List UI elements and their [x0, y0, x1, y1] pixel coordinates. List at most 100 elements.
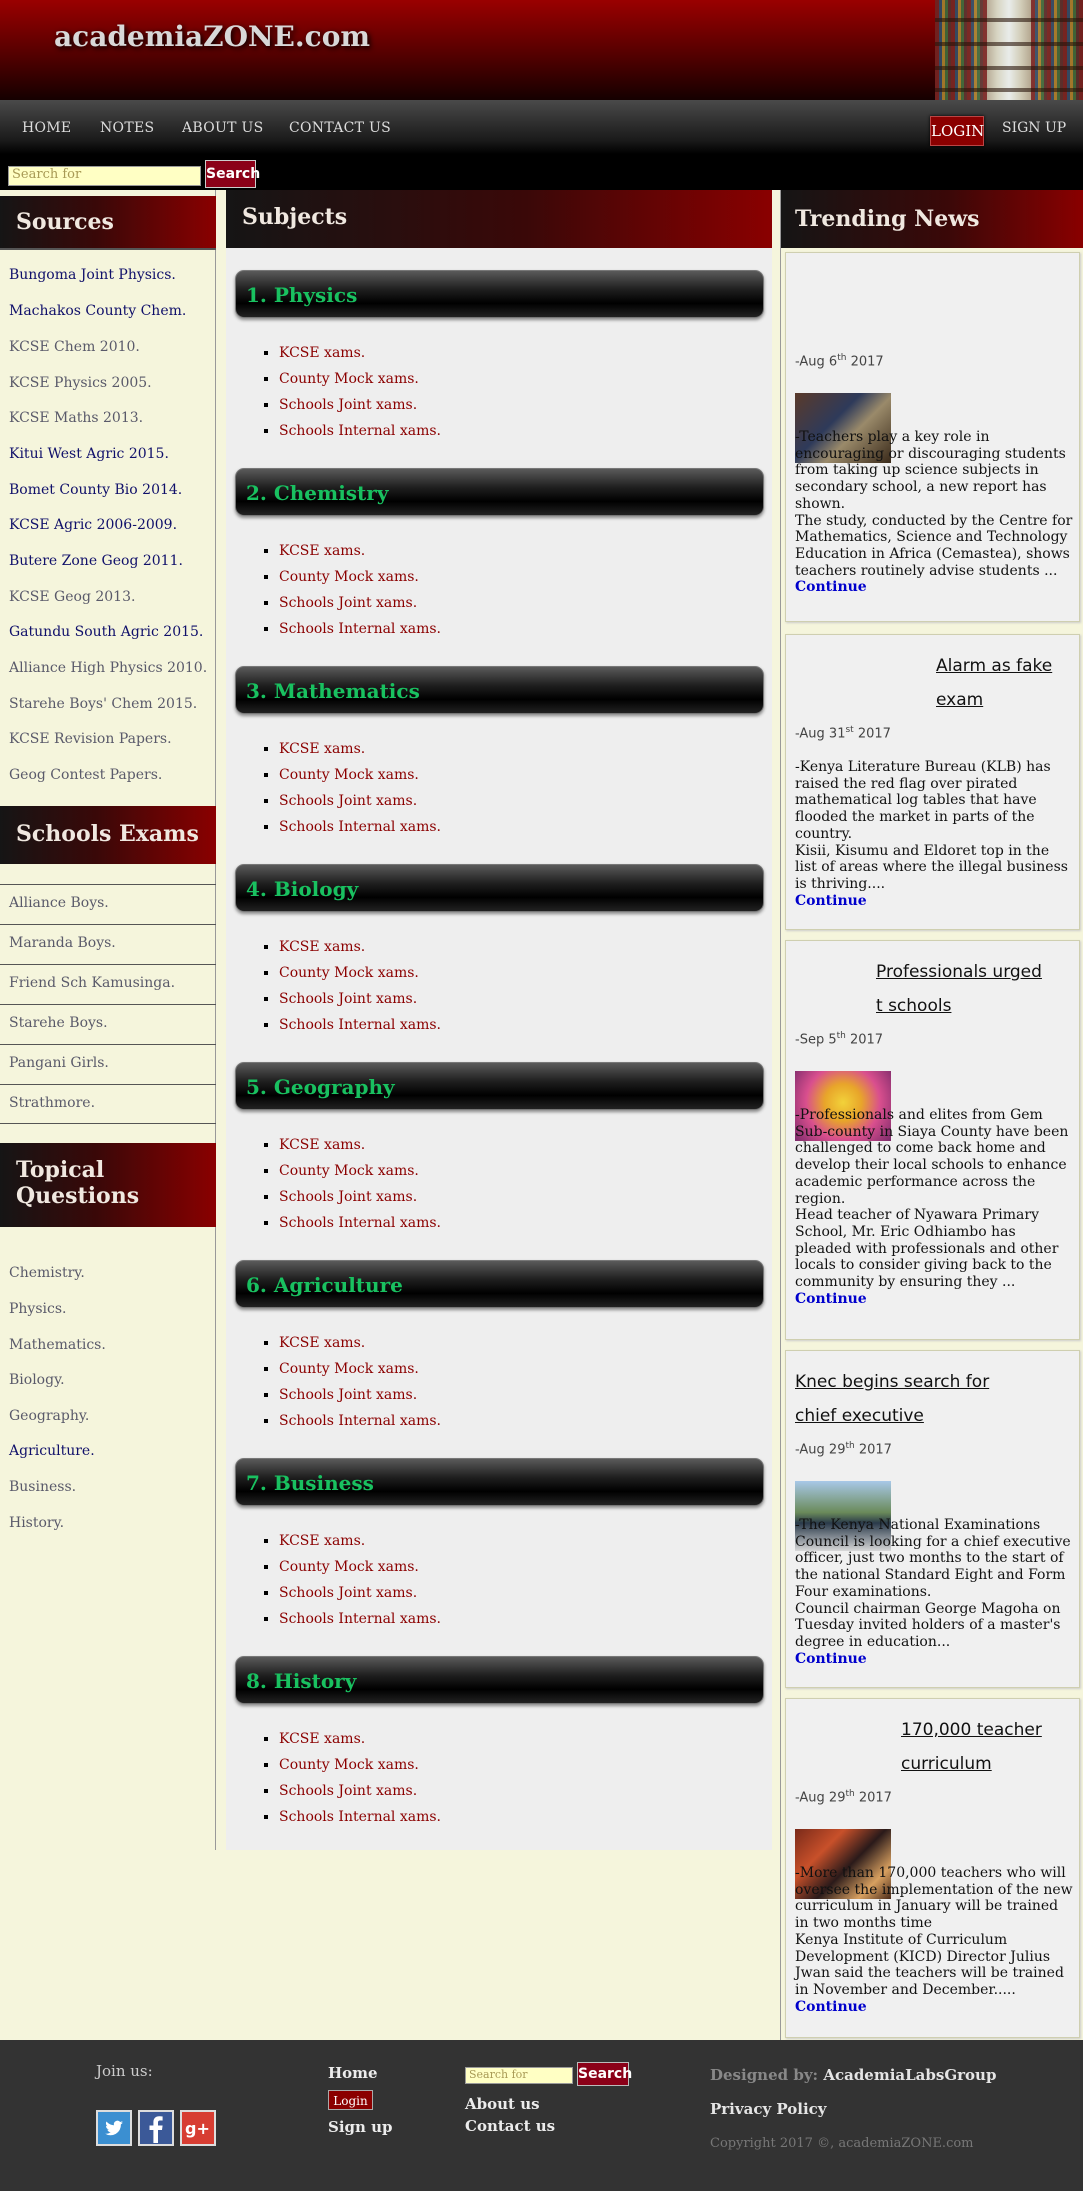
subject-exam-link[interactable]: Schools Joint xams.: [279, 986, 764, 1012]
footer-about-link[interactable]: About us: [465, 2095, 540, 2113]
topic-link[interactable]: History.: [9, 1515, 64, 1531]
school-item[interactable]: Pangani Girls.: [0, 1044, 216, 1084]
source-link[interactable]: Kitui West Agric 2015.: [9, 446, 169, 462]
subject-exam-link[interactable]: Schools Joint xams.: [279, 788, 764, 814]
footer-home-link[interactable]: Home: [328, 2064, 378, 2082]
news-title-link[interactable]: Alarm as fake exam: [936, 649, 1079, 717]
subject-exam-link[interactable]: County Mock xams.: [279, 960, 764, 986]
school-item[interactable]: Friend Sch Kamusinga.: [0, 964, 216, 1004]
nav-contact[interactable]: CONTACT US: [289, 120, 391, 136]
subject-exam-link[interactable]: Schools Joint xams.: [279, 1184, 764, 1210]
topic-link[interactable]: Geography.: [9, 1408, 89, 1424]
school-item[interactable]: Starehe Boys.: [0, 1004, 216, 1044]
school-item[interactable]: Alliance Boys.: [0, 884, 216, 924]
google-plus-icon[interactable]: g+: [180, 2110, 216, 2146]
subject-exam-link[interactable]: Schools Joint xams.: [279, 1382, 764, 1408]
subject-exam-link[interactable]: County Mock xams.: [279, 366, 764, 392]
source-link[interactable]: KCSE Agric 2006-2009.: [9, 517, 177, 533]
topic-link[interactable]: Business.: [9, 1479, 76, 1495]
source-link[interactable]: Starehe Boys' Chem 2015.: [9, 696, 197, 712]
login-button[interactable]: LOGIN: [930, 116, 984, 146]
subject-title[interactable]: 3. Mathematics: [235, 666, 764, 714]
subject-exam-link[interactable]: Schools Internal xams.: [279, 616, 764, 642]
subject-title[interactable]: 8. History: [235, 1656, 764, 1704]
nav-about[interactable]: ABOUT US: [182, 120, 264, 136]
subject-exam-link[interactable]: County Mock xams.: [279, 762, 764, 788]
continue-link[interactable]: Continue: [795, 1651, 867, 1667]
source-link[interactable]: Bomet County Bio 2014.: [9, 482, 182, 498]
subject-exam-link[interactable]: Schools Internal xams.: [279, 1210, 764, 1236]
news-title-link[interactable]: Knec begins search for chief executive: [795, 1365, 1035, 1433]
source-link[interactable]: Machakos County Chem.: [9, 303, 186, 319]
school-item[interactable]: Strathmore.: [0, 1084, 216, 1124]
source-link[interactable]: KCSE Physics 2005.: [9, 375, 152, 391]
signup-link[interactable]: SIGN UP: [1002, 120, 1066, 136]
library-header-image: [935, 0, 1083, 100]
subject-title[interactable]: 6. Agriculture: [235, 1260, 764, 1308]
subject-exam-link[interactable]: Schools Joint xams.: [279, 392, 764, 418]
source-link[interactable]: Alliance High Physics 2010.: [9, 660, 207, 676]
site-logo[interactable]: academiaZONE.com: [54, 20, 370, 53]
subject-exam-link[interactable]: KCSE xams.: [279, 1132, 764, 1158]
topic-link[interactable]: Mathematics.: [9, 1337, 106, 1353]
topic-link[interactable]: Agriculture.: [9, 1443, 95, 1459]
facebook-icon[interactable]: [138, 2110, 174, 2146]
subject-exam-link[interactable]: County Mock xams.: [279, 1554, 764, 1580]
footer-search-button[interactable]: Search: [577, 2062, 632, 2086]
footer-search-input[interactable]: Search for: [465, 2067, 573, 2084]
source-link[interactable]: KCSE Chem 2010.: [9, 339, 140, 355]
subject-exam-link[interactable]: County Mock xams.: [279, 1158, 764, 1184]
source-link[interactable]: KCSE Revision Papers.: [9, 731, 172, 747]
subject-exam-link[interactable]: KCSE xams.: [279, 934, 764, 960]
subject-exam-link[interactable]: Schools Internal xams.: [279, 814, 764, 840]
search-button[interactable]: Search: [205, 160, 260, 188]
source-link[interactable]: KCSE Maths 2013.: [9, 410, 143, 426]
subject-exam-link[interactable]: KCSE xams.: [279, 538, 764, 564]
topic-link[interactable]: Chemistry.: [9, 1265, 85, 1281]
subject-exam-link[interactable]: Schools Internal xams.: [279, 1012, 764, 1038]
subject-exam-link[interactable]: KCSE xams.: [279, 736, 764, 762]
footer-contact-link[interactable]: Contact us: [465, 2117, 555, 2135]
subject-exam-link[interactable]: KCSE xams.: [279, 1726, 764, 1752]
footer-signup-link[interactable]: Sign up: [328, 2118, 393, 2136]
source-link[interactable]: Butere Zone Geog 2011.: [9, 553, 183, 569]
subject-exam-link[interactable]: Schools Internal xams.: [279, 1804, 764, 1830]
subject-exam-link[interactable]: Schools Joint xams.: [279, 1778, 764, 1804]
subject-exam-link[interactable]: County Mock xams.: [279, 564, 764, 590]
subject-title[interactable]: 1. Physics: [235, 270, 764, 318]
subject-exam-link[interactable]: Schools Internal xams.: [279, 1606, 764, 1632]
topic-link[interactable]: Biology.: [9, 1372, 65, 1388]
twitter-icon[interactable]: [96, 2110, 132, 2146]
subject-exam-link[interactable]: KCSE xams.: [279, 1528, 764, 1554]
source-link[interactable]: Gatundu South Agric 2015.: [9, 624, 203, 640]
privacy-policy-link[interactable]: Privacy Policy: [710, 2100, 827, 2118]
continue-link[interactable]: Continue: [795, 1291, 867, 1307]
subject-exam-link[interactable]: Schools Joint xams.: [279, 590, 764, 616]
subject-title[interactable]: 4. Biology: [235, 864, 764, 912]
subject-exam-link[interactable]: Schools Joint xams.: [279, 1580, 764, 1606]
continue-link[interactable]: Continue: [795, 893, 867, 909]
subject-exam-link[interactable]: Schools Internal xams.: [279, 1408, 764, 1434]
subject-exam-link[interactable]: County Mock xams.: [279, 1356, 764, 1382]
topic-link[interactable]: Physics.: [9, 1301, 66, 1317]
footer-login-button[interactable]: Login: [328, 2090, 373, 2110]
trending-news-panel: Trending News -Aug 6th 2017 -Teachers pla…: [780, 190, 1083, 2040]
subject-exam-link[interactable]: Schools Internal xams.: [279, 418, 764, 444]
subject-title[interactable]: 2. Chemistry: [235, 468, 764, 516]
subject-exam-link[interactable]: KCSE xams.: [279, 340, 764, 366]
search-input[interactable]: Search for: [8, 166, 201, 186]
source-link[interactable]: Bungoma Joint Physics.: [9, 267, 176, 283]
subject-exam-link[interactable]: County Mock xams.: [279, 1752, 764, 1778]
news-title-link[interactable]: 170,000 teacher curriculum: [901, 1713, 1071, 1781]
source-link[interactable]: Geog Contest Papers.: [9, 767, 162, 783]
subject-exam-link[interactable]: KCSE xams.: [279, 1330, 764, 1356]
nav-notes[interactable]: NOTES: [100, 120, 154, 136]
source-link[interactable]: KCSE Geog 2013.: [9, 589, 135, 605]
continue-link[interactable]: Continue: [795, 1999, 867, 2015]
school-item[interactable]: Maranda Boys.: [0, 924, 216, 964]
news-title-link[interactable]: Professionals urged t schools: [876, 955, 1046, 1023]
subject-title[interactable]: 7. Business: [235, 1458, 764, 1506]
nav-home[interactable]: HOME: [22, 120, 71, 136]
subject-title[interactable]: 5. Geography: [235, 1062, 764, 1110]
continue-link[interactable]: Continue: [795, 579, 867, 595]
